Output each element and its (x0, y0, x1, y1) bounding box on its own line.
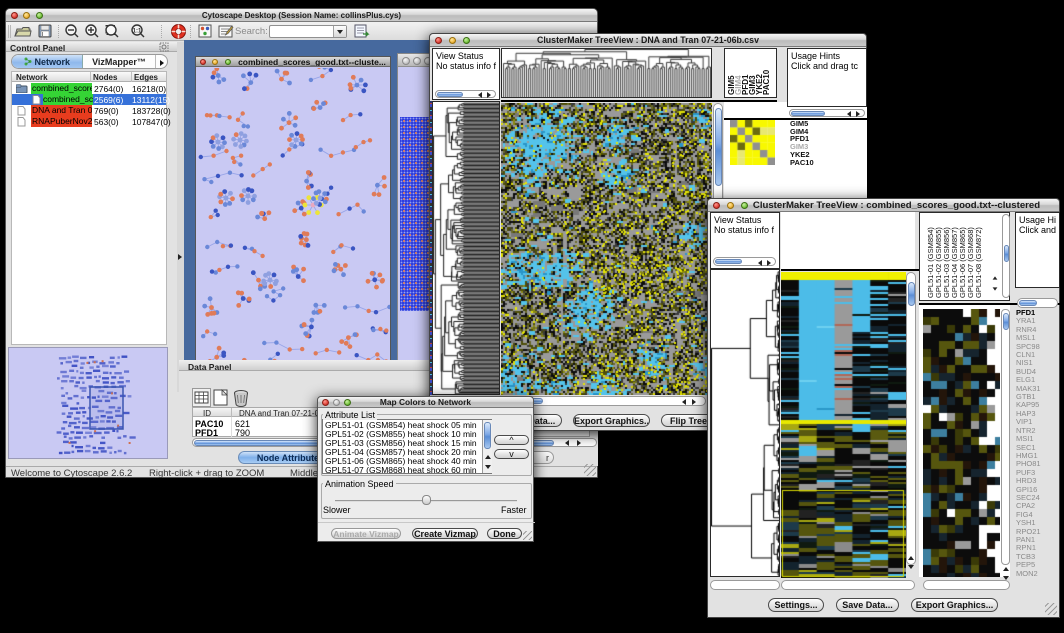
svg-text:GPL51-08 (GSM872): GPL51-08 (GSM872) (974, 227, 983, 298)
svg-text:PAC10: PAC10 (762, 69, 771, 95)
svg-text:1:1: 1:1 (133, 29, 142, 35)
